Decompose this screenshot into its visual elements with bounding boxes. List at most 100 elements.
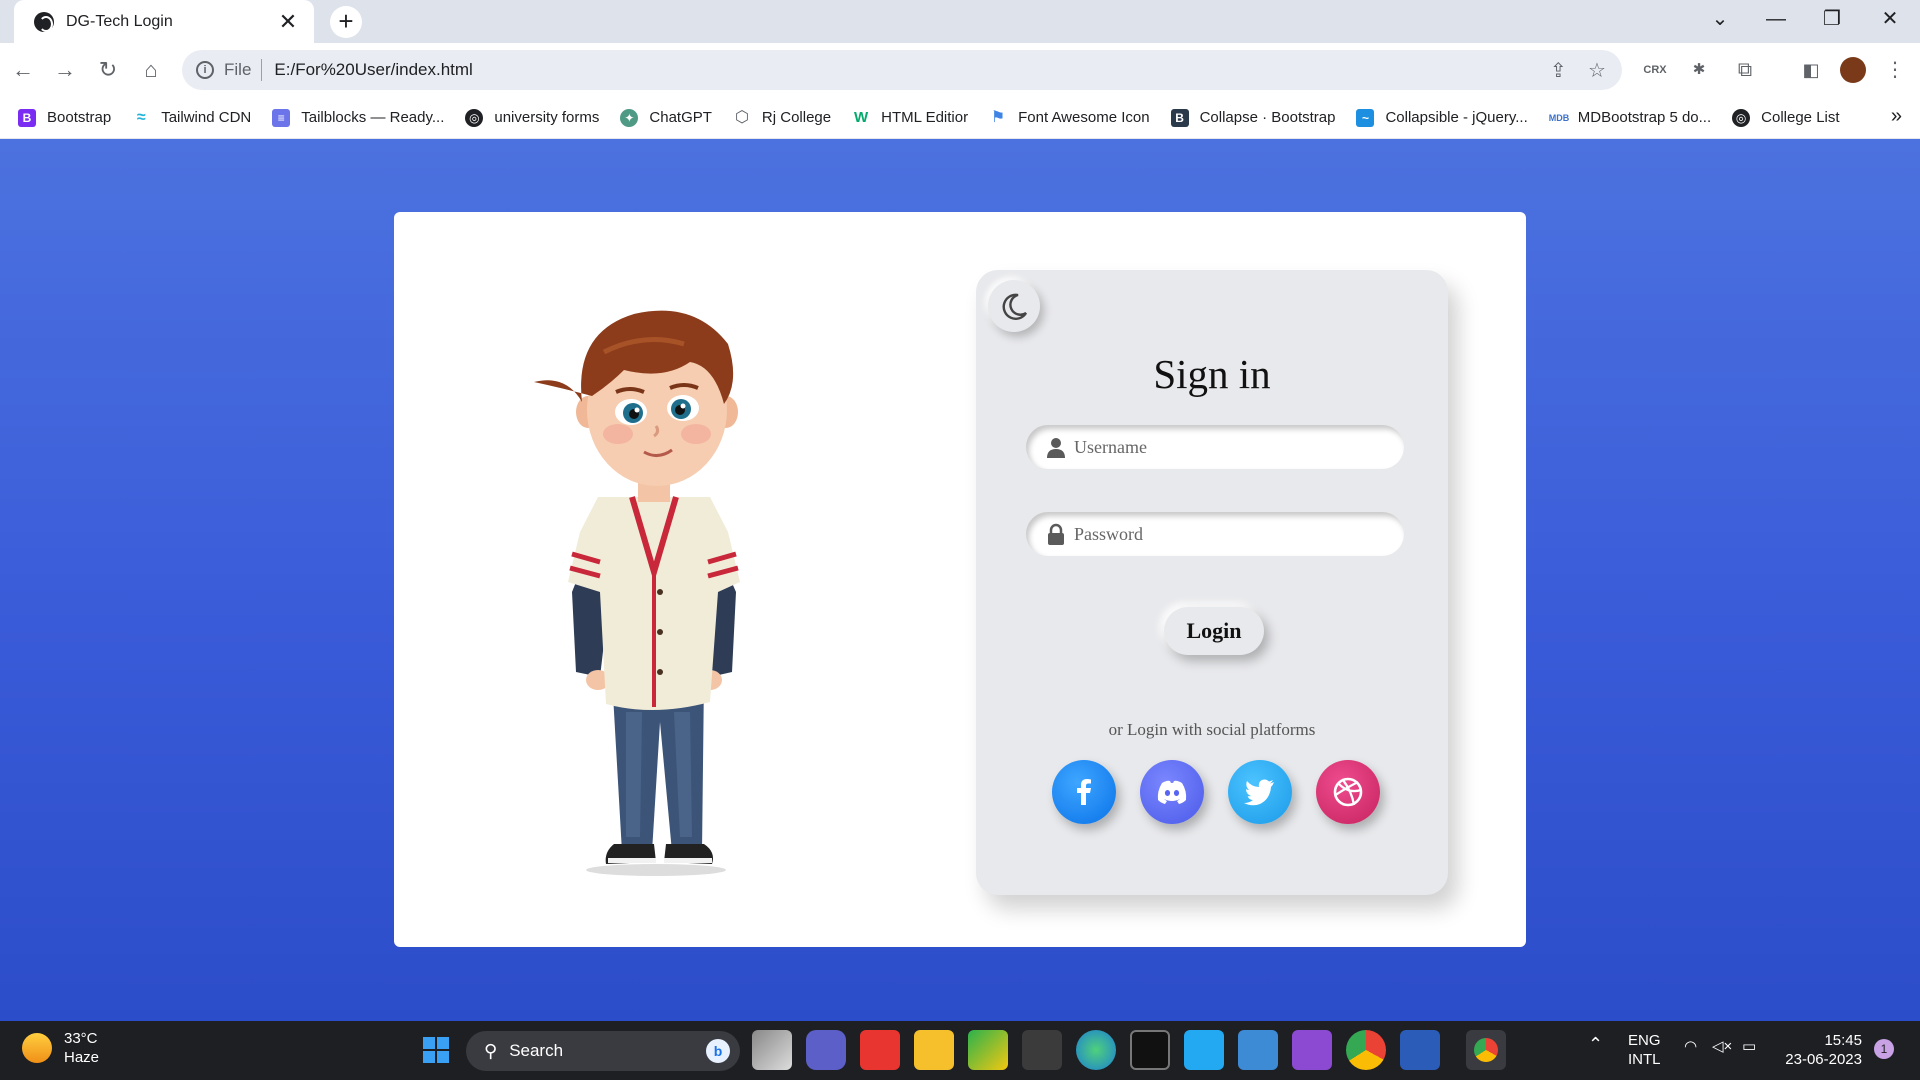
discord-icon (1157, 780, 1187, 804)
new-tab-button[interactable]: + (330, 6, 362, 38)
chrome-active-icon[interactable] (1466, 1030, 1506, 1070)
bookmark-3[interactable]: ◎ university forms (465, 108, 600, 127)
battery-icon[interactable]: ▭ (1742, 1037, 1756, 1056)
lock-icon (1048, 523, 1064, 545)
tab-strip: DG-Tech Login ✕ + ⌄ — ❐ ✕ (0, 0, 1920, 43)
password-input[interactable] (1074, 523, 1374, 545)
restore-button[interactable]: ❐ (1804, 0, 1860, 40)
tab-search-icon[interactable]: ⌄ (1692, 0, 1748, 40)
start-button[interactable] (416, 1030, 456, 1070)
bookmark-label: university forms (494, 109, 600, 126)
chrome-icon[interactable] (1346, 1030, 1386, 1070)
bookmark-2[interactable]: ≡ Tailblocks — Ready... (272, 108, 444, 127)
home-icon[interactable]: ⌂ (134, 53, 168, 87)
back-icon[interactable]: ← (6, 53, 40, 87)
url-text[interactable]: E:/For%20User/index.html (274, 60, 472, 80)
notepad-icon[interactable] (1238, 1030, 1278, 1070)
dark-mode-toggle[interactable] (988, 280, 1040, 332)
discord-button[interactable] (1140, 760, 1204, 824)
weather-widget[interactable]: 33°C Haze (22, 1029, 99, 1067)
login-card: Sign in Login or Login with social platf… (394, 212, 1526, 947)
lang-top: ENG (1628, 1032, 1661, 1049)
reload-icon[interactable]: ↻ (91, 53, 125, 87)
tab-title: DG-Tech Login (66, 12, 173, 30)
jquery-icon: ~ (1356, 108, 1375, 127)
edge-icon[interactable] (1076, 1030, 1116, 1070)
forward-icon[interactable]: → (48, 53, 82, 87)
bookmark-9[interactable]: ~ Collapsible - jQuery... (1356, 108, 1528, 127)
site-info-icon[interactable]: i (196, 61, 214, 79)
chatgpt-icon: ✦ (620, 108, 639, 127)
password-field[interactable] (1026, 512, 1404, 556)
language-indicator[interactable]: ENG INTL (1628, 1031, 1661, 1069)
bookmark-star-icon[interactable]: ☆ (1588, 58, 1606, 83)
snipping-tool-icon[interactable] (968, 1030, 1008, 1070)
search-icon: ⚲ (484, 1040, 498, 1061)
lang-bottom: INTL (1628, 1051, 1661, 1068)
browser-toolbar: ← → ↻ ⌂ i File E:/For%20User/index.html … (0, 43, 1920, 97)
teams-chat-icon[interactable] (806, 1030, 846, 1070)
facebook-button[interactable] (1052, 760, 1116, 824)
menu-icon[interactable]: ⋮ (1882, 57, 1908, 83)
file-explorer-icon[interactable] (914, 1030, 954, 1070)
search-label: Search (509, 1041, 564, 1060)
anydesk-icon[interactable] (860, 1030, 900, 1070)
bookmark-8[interactable]: B Collapse · Bootstrap (1170, 108, 1335, 127)
bookmark-4[interactable]: ✦ ChatGPT (620, 108, 712, 127)
social-caption: or Login with social platforms (1108, 720, 1316, 739)
weather-temp: 33°C (64, 1030, 98, 1047)
phone-link-icon[interactable] (1022, 1030, 1062, 1070)
bookmark-5[interactable]: ⬡ Rj College (733, 109, 831, 127)
crx-extension-icon[interactable]: CRX (1642, 57, 1668, 83)
taskbar: 33°C Haze ⚲ Search b ⌃ ENG INTL ◠ ◁× ▭ 1… (0, 1021, 1920, 1080)
bootstrap-icon: B (18, 108, 36, 127)
terminal-icon[interactable] (1130, 1030, 1170, 1070)
bookmark-1[interactable]: ≈ Tailwind CDN (132, 109, 251, 127)
task-view-icon[interactable] (752, 1030, 792, 1070)
bookmark-label: Tailwind CDN (161, 109, 252, 126)
volume-muted-icon[interactable]: ◁× (1712, 1037, 1732, 1056)
windows-icon (423, 1037, 449, 1063)
twitter-button[interactable] (1228, 760, 1292, 824)
visual-studio-icon[interactable] (1292, 1030, 1332, 1070)
close-window-button[interactable]: ✕ (1862, 0, 1918, 40)
clock[interactable]: 15:45 23-06-2023 (1778, 1031, 1862, 1069)
address-bar[interactable]: i File E:/For%20User/index.html ⇪ ☆ (182, 50, 1622, 90)
bookmark-6[interactable]: W HTML Editior (852, 109, 968, 127)
taskbar-search[interactable]: ⚲ Search b (466, 1031, 740, 1071)
close-tab-icon[interactable]: ✕ (276, 9, 300, 35)
bookmark-10[interactable]: MDB MDBootstrap 5 do... (1549, 109, 1711, 127)
bookmark-label: Rj College (761, 109, 832, 126)
dribbble-button[interactable] (1316, 760, 1380, 824)
moon-icon (1002, 293, 1028, 320)
minimize-button[interactable]: — (1748, 0, 1804, 40)
bootstrap-icon: B (1170, 108, 1189, 127)
chrome-logo (1474, 1038, 1498, 1062)
word-icon[interactable] (1400, 1030, 1440, 1070)
share-icon[interactable]: ⇪ (1550, 58, 1567, 83)
bookmark-11[interactable]: ◎ College List (1732, 108, 1840, 127)
url-separator (261, 59, 263, 81)
extensions-icon[interactable]: ⧉ (1732, 57, 1758, 83)
login-button[interactable]: Login (1164, 607, 1264, 655)
globe-icon: ◎ (1732, 108, 1751, 127)
bookmark-label: Font Awesome Icon (1018, 109, 1150, 126)
bug-extension-icon[interactable]: ✱ (1686, 57, 1712, 83)
bookmark-label: Collapsible - jQuery... (1385, 109, 1528, 126)
side-panel-icon[interactable]: ◧ (1798, 57, 1824, 83)
bookmark-0[interactable]: B Bootstrap (18, 108, 111, 127)
bookmark-label: HTML Editior (881, 109, 969, 126)
notification-badge[interactable]: 1 (1874, 1039, 1894, 1059)
clock-time: 15:45 (1824, 1032, 1862, 1049)
active-tab[interactable]: DG-Tech Login ✕ (14, 0, 314, 43)
bookmark-7[interactable]: ⚑ Font Awesome Icon (989, 109, 1150, 127)
more-bookmarks-icon[interactable]: » (1891, 105, 1902, 128)
wifi-icon[interactable]: ◠ (1684, 1037, 1697, 1056)
username-input[interactable] (1074, 436, 1374, 458)
profile-avatar[interactable] (1840, 57, 1866, 83)
show-hidden-icons[interactable]: ⌃ (1588, 1035, 1603, 1054)
url-scheme: File (224, 60, 252, 79)
username-field[interactable] (1026, 425, 1404, 469)
vscode-icon[interactable] (1184, 1030, 1224, 1070)
user-icon (1047, 438, 1065, 458)
